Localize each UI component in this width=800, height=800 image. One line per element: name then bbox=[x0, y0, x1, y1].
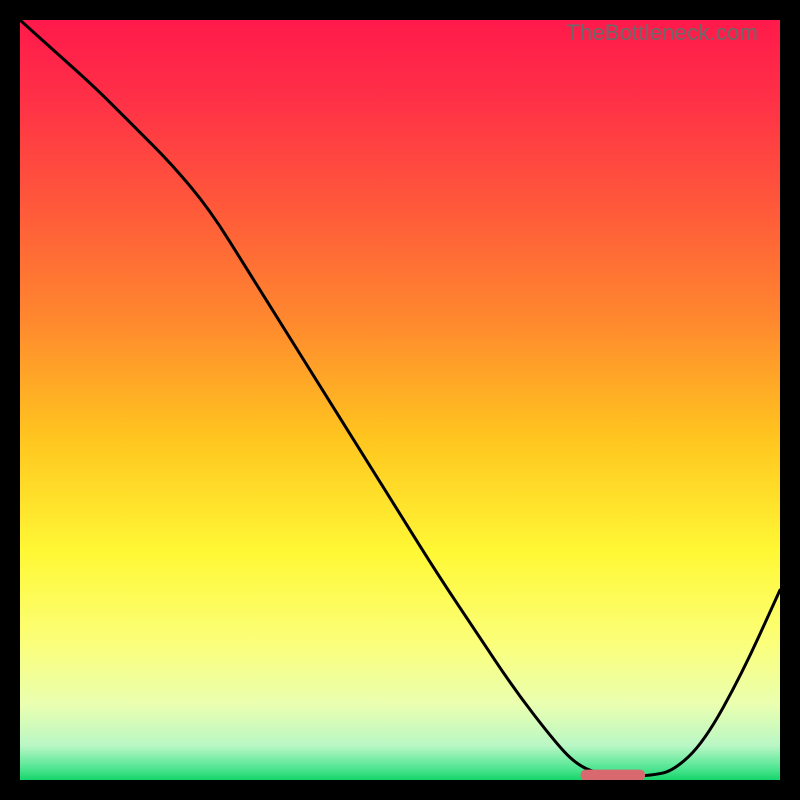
gradient-background bbox=[20, 20, 780, 780]
watermark-text: TheBottleneck.com bbox=[566, 20, 758, 46]
chart-frame: TheBottleneck.com bbox=[20, 20, 780, 780]
optimum-marker bbox=[581, 770, 646, 780]
bottleneck-chart bbox=[20, 20, 780, 780]
